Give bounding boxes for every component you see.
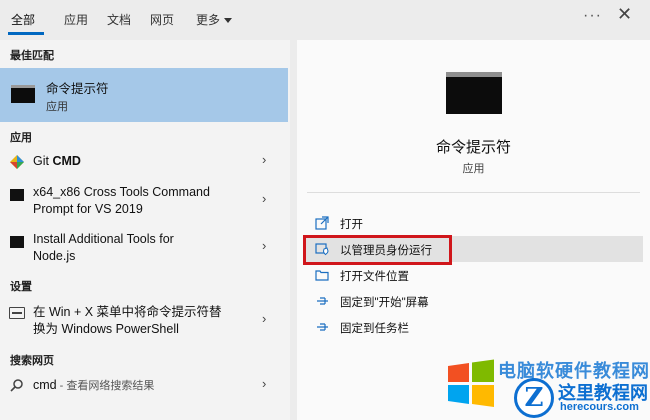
action-label: 打开 xyxy=(340,219,363,231)
list-item-git-cmd[interactable]: Git CMD › xyxy=(0,148,288,174)
best-match-title: 命令提示符 xyxy=(46,82,109,96)
action-label: 打开文件位置 xyxy=(340,271,409,283)
pin-icon xyxy=(317,297,328,305)
folder-icon xyxy=(315,270,329,281)
action-label: 以管理员身份运行 xyxy=(340,245,432,257)
watermark-badge-letter: Z xyxy=(524,383,544,413)
git-label-bold: CMD xyxy=(52,154,81,168)
divider xyxy=(307,192,640,193)
list-item-label-line2: 换为 Windows PowerShell xyxy=(33,322,179,336)
close-icon[interactable]: ✕ xyxy=(617,4,632,25)
tab-apps[interactable]: 应用 xyxy=(64,11,88,28)
action-run-as-admin[interactable]: 以管理员身份运行 xyxy=(303,236,643,262)
list-item-label-line1: Install Additional Tools for xyxy=(33,232,174,246)
action-open-file-location[interactable]: 打开文件位置 xyxy=(303,262,643,288)
web-query-suffix: - 查看网络搜索结果 xyxy=(56,380,155,392)
command-prompt-icon xyxy=(446,72,502,114)
action-label: 固定到任务栏 xyxy=(340,323,409,335)
best-match-item[interactable]: 命令提示符 应用 xyxy=(0,68,288,122)
list-item-label-line2: Prompt for VS 2019 xyxy=(33,202,143,216)
chevron-right-icon[interactable]: › xyxy=(262,311,266,326)
chevron-right-icon[interactable]: › xyxy=(262,152,266,167)
git-icon xyxy=(10,155,24,169)
tab-web[interactable]: 网页 xyxy=(150,11,174,28)
web-query: cmd xyxy=(33,378,57,392)
action-label: 固定到"开始"屏幕 xyxy=(340,297,429,309)
tab-documents[interactable]: 文档 xyxy=(107,11,131,28)
search-results-pane: 最佳匹配 命令提示符 应用 应用 Git CMD › x64_x86 Cross… xyxy=(0,40,290,420)
web-search-header: 搜索网页 xyxy=(10,355,54,367)
console-icon xyxy=(10,236,24,248)
run-as-admin-icon xyxy=(315,243,329,256)
watermark-site-url: herecours.com xyxy=(560,401,639,413)
settings-icon xyxy=(9,307,25,319)
apps-header: 应用 xyxy=(10,132,32,144)
action-pin-to-start[interactable]: 固定到"开始"屏幕 xyxy=(303,288,643,314)
pin-icon xyxy=(317,323,328,331)
console-icon xyxy=(10,189,24,201)
chevron-right-icon[interactable]: › xyxy=(262,238,266,253)
git-label-plain: Git xyxy=(33,154,53,168)
chevron-down-icon xyxy=(224,18,233,24)
chevron-right-icon[interactable]: › xyxy=(262,191,266,206)
tab-more[interactable]: 更多 xyxy=(196,11,233,28)
windows-logo-icon xyxy=(448,359,494,407)
list-item-label: cmd - 查看网络搜索结果 xyxy=(33,377,154,395)
app-title: 命令提示符 xyxy=(435,139,511,156)
search-icon xyxy=(10,379,23,392)
chevron-right-icon[interactable]: › xyxy=(262,376,266,391)
list-item-label-line1: 在 Win + X 菜单中将命令提示符替 xyxy=(33,305,222,319)
list-item-label-line2: Node.js xyxy=(33,249,76,263)
action-open[interactable]: 打开 xyxy=(303,210,643,236)
list-item-label-line1: x64_x86 Cross Tools Command xyxy=(33,185,210,199)
best-match-header: 最佳匹配 xyxy=(10,50,54,62)
action-pin-to-taskbar[interactable]: 固定到任务栏 xyxy=(303,314,643,340)
ellipsis-icon[interactable]: ··· xyxy=(583,7,602,25)
list-item-install-node-tools[interactable]: Install Additional Tools for Node.js › xyxy=(0,227,288,269)
list-item-setting-powershell[interactable]: 在 Win + X 菜单中将命令提示符替 换为 Windows PowerShe… xyxy=(0,298,288,340)
list-item-vs-cross-tools[interactable]: x64_x86 Cross Tools Command Prompt for V… xyxy=(0,180,288,222)
active-tab-indicator xyxy=(8,32,44,35)
app-subtitle: 应用 xyxy=(462,163,485,175)
tab-all[interactable]: 全部 xyxy=(11,11,35,28)
search-tab-bar: 全部 应用 文档 网页 更多 ··· ✕ xyxy=(0,0,650,40)
list-item-web-search[interactable]: cmd - 查看网络搜索结果 › xyxy=(0,372,288,398)
open-icon xyxy=(315,216,329,230)
list-item-label: Git CMD xyxy=(33,153,81,170)
command-prompt-icon xyxy=(11,85,35,103)
watermark-badge: Z xyxy=(514,378,554,418)
best-match-subtitle: 应用 xyxy=(46,101,68,113)
settings-header: 设置 xyxy=(10,281,32,293)
tab-more-label: 更多 xyxy=(196,13,221,27)
